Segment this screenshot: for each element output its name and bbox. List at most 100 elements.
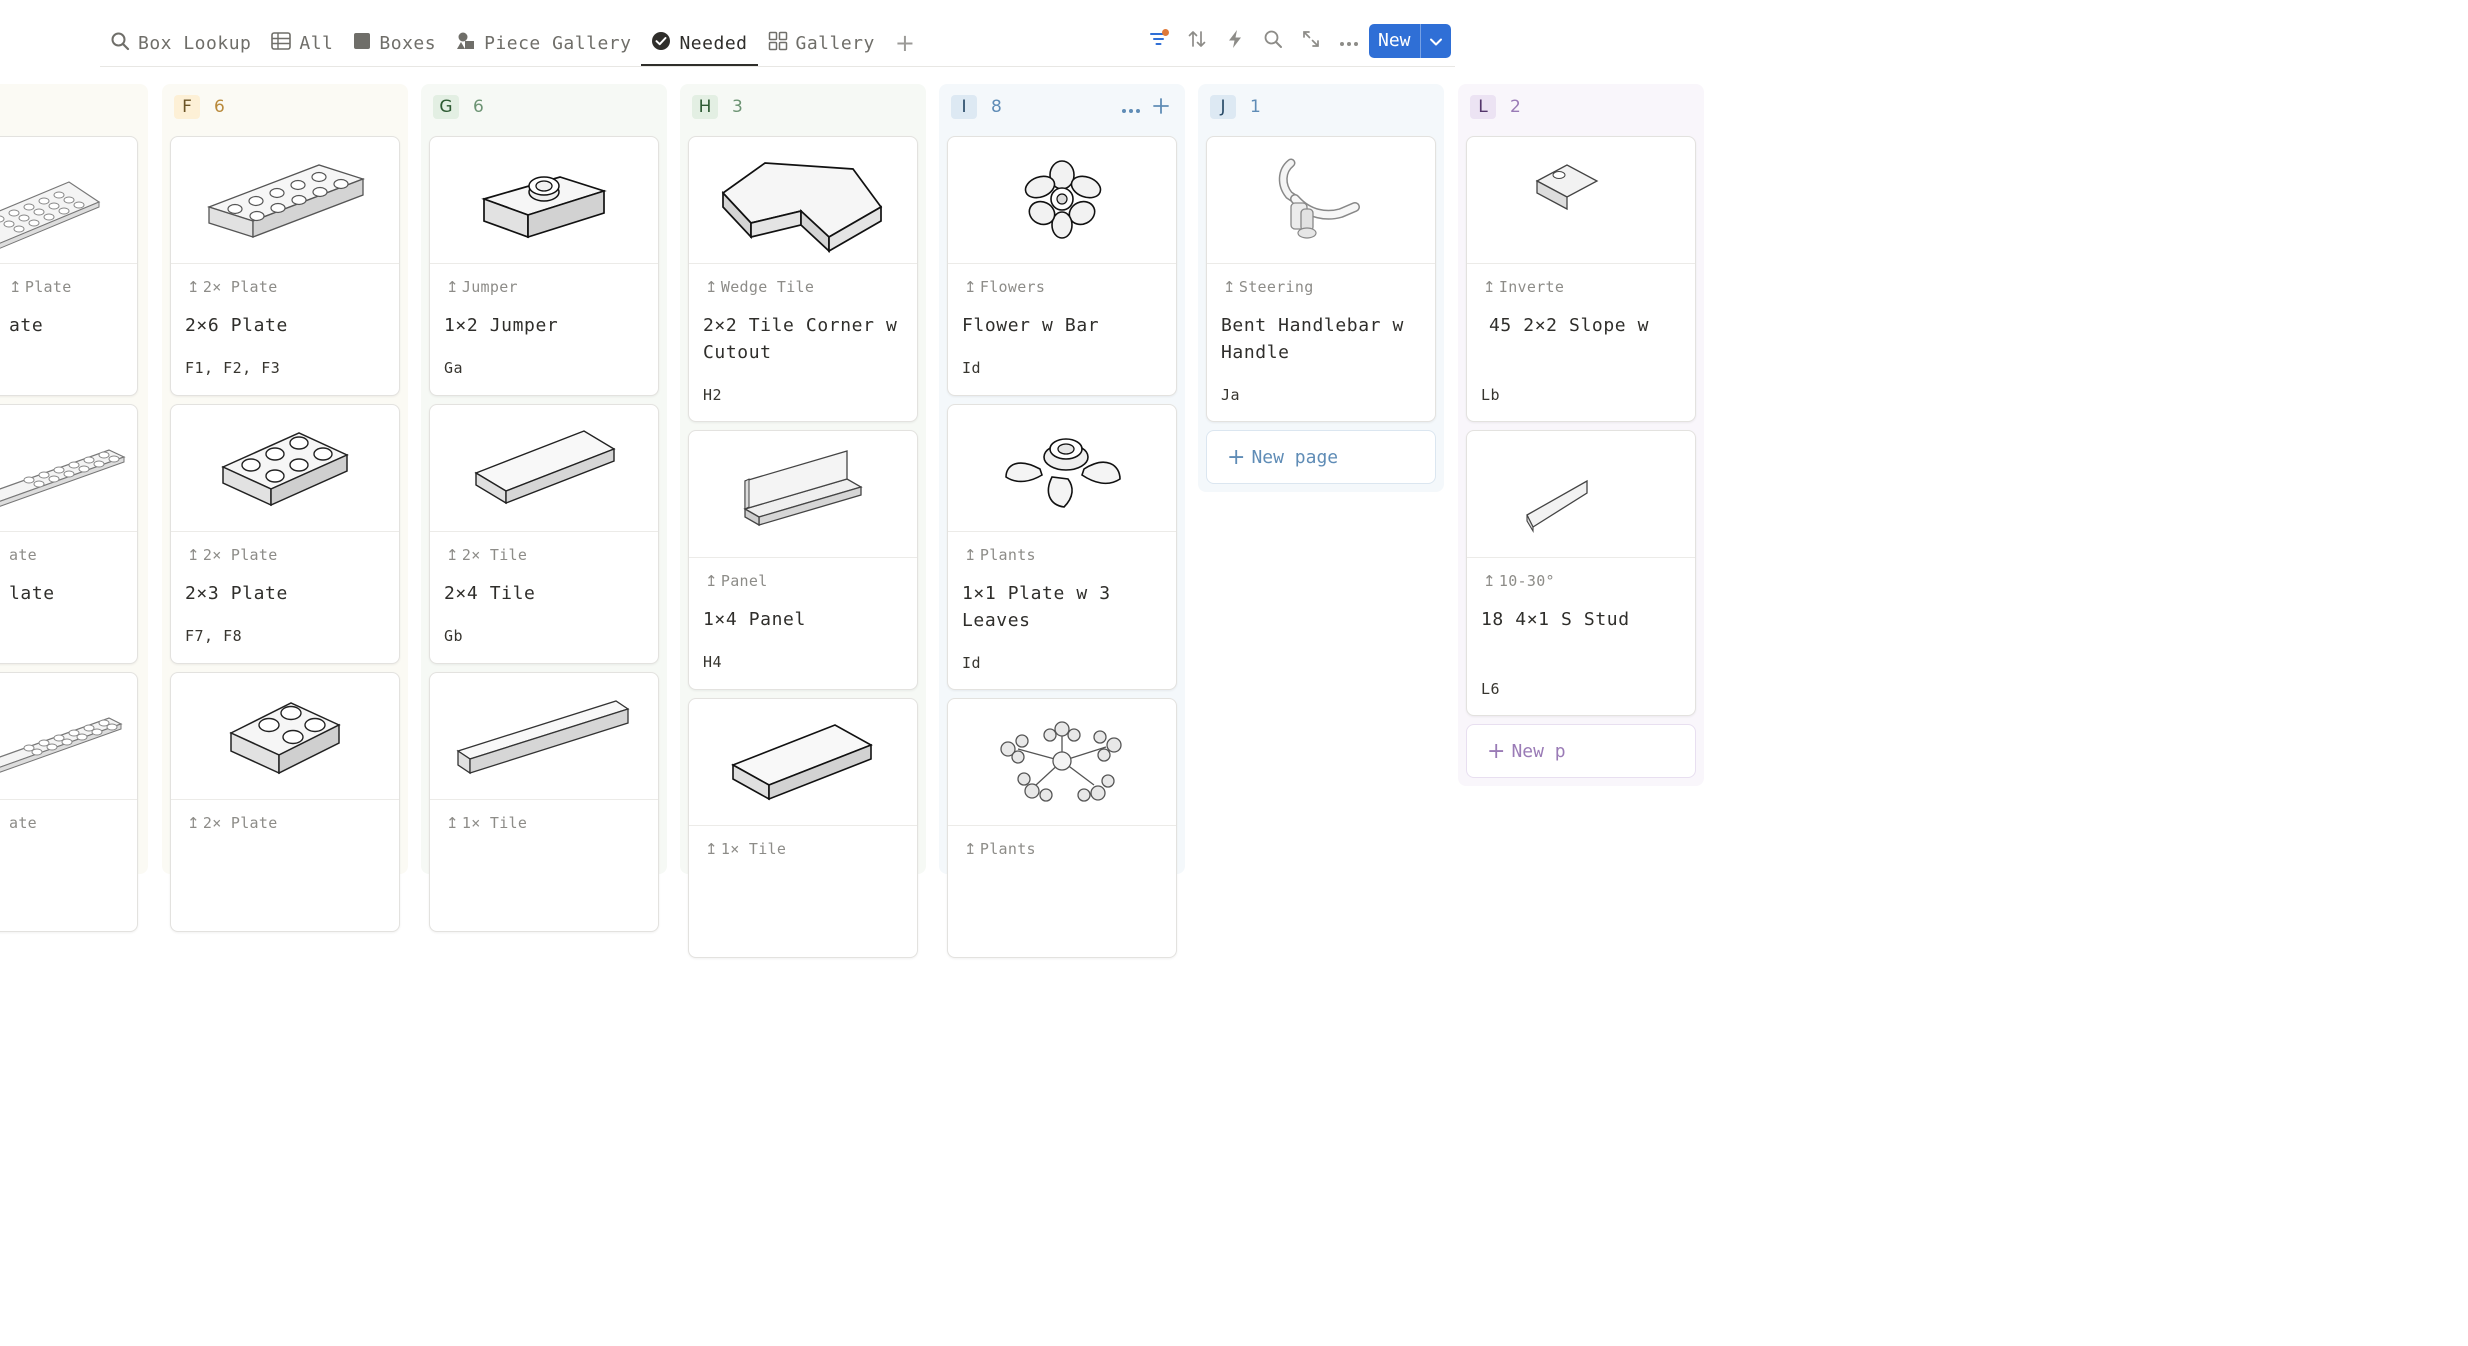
card-relation: ↥ 2× Tile (446, 546, 528, 564)
tab-box-lookup[interactable]: Box Lookup (100, 21, 261, 65)
tab-piece-gallery[interactable]: Piece Gallery (446, 21, 641, 65)
tab-boxes[interactable]: Boxes (343, 21, 446, 65)
card-relation: ↥ Plants (964, 840, 1036, 858)
new-page-button[interactable]: + New page (1206, 430, 1436, 484)
card-relation: ↥ 2× Plate (187, 546, 278, 564)
piece-image (0, 405, 137, 532)
board-card[interactable]: ↥ Jumper 1×2 Jumper Ga (429, 136, 659, 396)
board-card[interactable]: ↥ Steering Bent Handlebar w Handle Ja (1206, 136, 1436, 422)
new-page-button[interactable]: + New p (1466, 724, 1696, 778)
board-card[interactable]: ate (0, 672, 138, 932)
column-header[interactable]: G 6 (421, 94, 667, 122)
card-relation: ↥ Flowers (964, 278, 1046, 296)
tab-needed[interactable]: Needed (641, 21, 758, 67)
relation-arrow-icon: ↥ (187, 814, 200, 832)
tab-gallery[interactable]: Gallery (758, 21, 885, 65)
search-button[interactable] (1254, 24, 1292, 58)
card-title: 45 2×2 Slope w (1489, 315, 1650, 336)
card-relation: ↥ Panel (705, 572, 768, 590)
card-title: 2×2 Tile Corner w Cutout (703, 315, 898, 363)
relation-arrow-icon: ↥ (9, 278, 22, 296)
group-count: 6 (214, 97, 225, 117)
tab-all[interactable]: All (261, 21, 343, 65)
card-box-code: Id (962, 654, 982, 672)
column-header[interactable]: I 8 (939, 94, 1185, 122)
relation-arrow-icon: ↥ (964, 840, 977, 858)
piece-image (1467, 431, 1695, 558)
group-badge: G (433, 95, 459, 119)
column-header[interactable]: J 1 (1198, 94, 1444, 122)
group-count: 1 (1250, 97, 1261, 117)
chevron-down-icon (1429, 32, 1443, 51)
board-column-f: F 6 ↥ 2× Plate 2×6 Plate F1, F2, F3 ↥ 2×… (162, 84, 408, 932)
board-card[interactable]: ↥ 1× Tile (688, 698, 918, 958)
new-page-label: New p (1511, 740, 1566, 762)
card-box-code: H2 (703, 386, 723, 404)
card-relation: ↥ Plants (964, 546, 1036, 564)
board-card[interactable]: ↥ 2× Plate 2×6 Plate F1, F2, F3 (170, 136, 400, 396)
more-icon (1121, 99, 1141, 118)
tab-label: Piece Gallery (484, 32, 632, 54)
card-title: 2×4 Tile (444, 583, 536, 604)
relation-arrow-icon: ↥ (705, 572, 718, 590)
tab-label: Box Lookup (138, 32, 252, 54)
board-card[interactable]: ↥ 10-30° 18 4×1 S Stud L6 (1466, 430, 1696, 716)
piece-image (1207, 137, 1435, 264)
relation-arrow-icon: ↥ (705, 278, 718, 296)
group-badge: I (951, 95, 977, 119)
sort-button[interactable] (1178, 24, 1216, 58)
card-title: 2×6 Plate (185, 315, 288, 336)
board-card[interactable]: ↥ 2× Plate (170, 672, 400, 932)
new-dropdown-button[interactable] (1419, 24, 1451, 58)
board-card[interactable]: ↥ Plants 1×1 Plate w 3 Leaves Id (947, 404, 1177, 690)
board-column-i: I 8 ↥ Flowers Flower w Bar Id ↥ Plants 1… (939, 84, 1185, 958)
relation-arrow-icon: ↥ (1223, 278, 1236, 296)
more-icon (1339, 32, 1359, 51)
board-card[interactable]: ↥ Wedge Tile 2×2 Tile Corner w Cutout H2 (688, 136, 918, 422)
card-relation: ate (9, 814, 37, 832)
square-icon (353, 32, 379, 55)
board-card[interactable]: ↥ Plate ate (0, 136, 138, 396)
board-card[interactable]: ↥ 2× Plate 2×3 Plate F7, F8 (170, 404, 400, 664)
piece-image (948, 405, 1176, 532)
plus-icon (1152, 97, 1170, 119)
card-relation: ↥ Steering (1223, 278, 1314, 296)
card-box-code: Ja (1221, 386, 1241, 404)
filter-button[interactable] (1140, 24, 1178, 58)
piece-image (430, 405, 658, 532)
board-card[interactable]: ↥ Flowers Flower w Bar Id (947, 136, 1177, 396)
column-add-button[interactable] (1149, 96, 1173, 120)
tab-label: Boxes (379, 32, 437, 54)
card-title: 1×1 Plate w 3 Leaves (962, 583, 1111, 631)
new-button[interactable]: New (1369, 24, 1420, 58)
board-card[interactable]: ate late (0, 404, 138, 664)
group-badge: L (1470, 95, 1496, 119)
board-card[interactable]: ↥ Inverte 45 2×2 Slope w Lb (1466, 136, 1696, 422)
group-count: 8 (991, 97, 1002, 117)
board-card[interactable]: ↥ 1× Tile (429, 672, 659, 932)
piece-image (171, 405, 399, 532)
column-header[interactable]: L 2 (1458, 94, 1704, 122)
piece-image (1467, 137, 1695, 264)
toolbar-actions (1140, 24, 1368, 58)
add-view-button[interactable]: + (885, 21, 925, 65)
view-tabs: Box Lookup All Boxes Piece Gallery Neede… (100, 20, 925, 67)
piece-image (171, 137, 399, 264)
card-box-code: Lb (1481, 386, 1501, 404)
more-button[interactable] (1330, 24, 1368, 58)
card-relation: ↥ Jumper (446, 278, 518, 296)
expand-button[interactable] (1292, 24, 1330, 58)
new-button-group: New (1369, 24, 1451, 58)
relation-arrow-icon: ↥ (1483, 278, 1496, 296)
search-icon (1263, 29, 1283, 53)
board-card[interactable]: ↥ Panel 1×4 Panel H4 (688, 430, 918, 690)
automation-button[interactable] (1216, 24, 1254, 58)
relation-arrow-icon: ↥ (446, 278, 459, 296)
card-relation: ↥ Inverte (1483, 278, 1565, 296)
piece-image (430, 137, 658, 264)
board-card[interactable]: ↥ 2× Tile 2×4 Tile Gb (429, 404, 659, 664)
column-header[interactable]: F 6 (162, 94, 408, 122)
board-card[interactable]: ↥ Plants (947, 698, 1177, 958)
column-header[interactable]: H 3 (680, 94, 926, 122)
column-more-button[interactable] (1119, 96, 1143, 120)
